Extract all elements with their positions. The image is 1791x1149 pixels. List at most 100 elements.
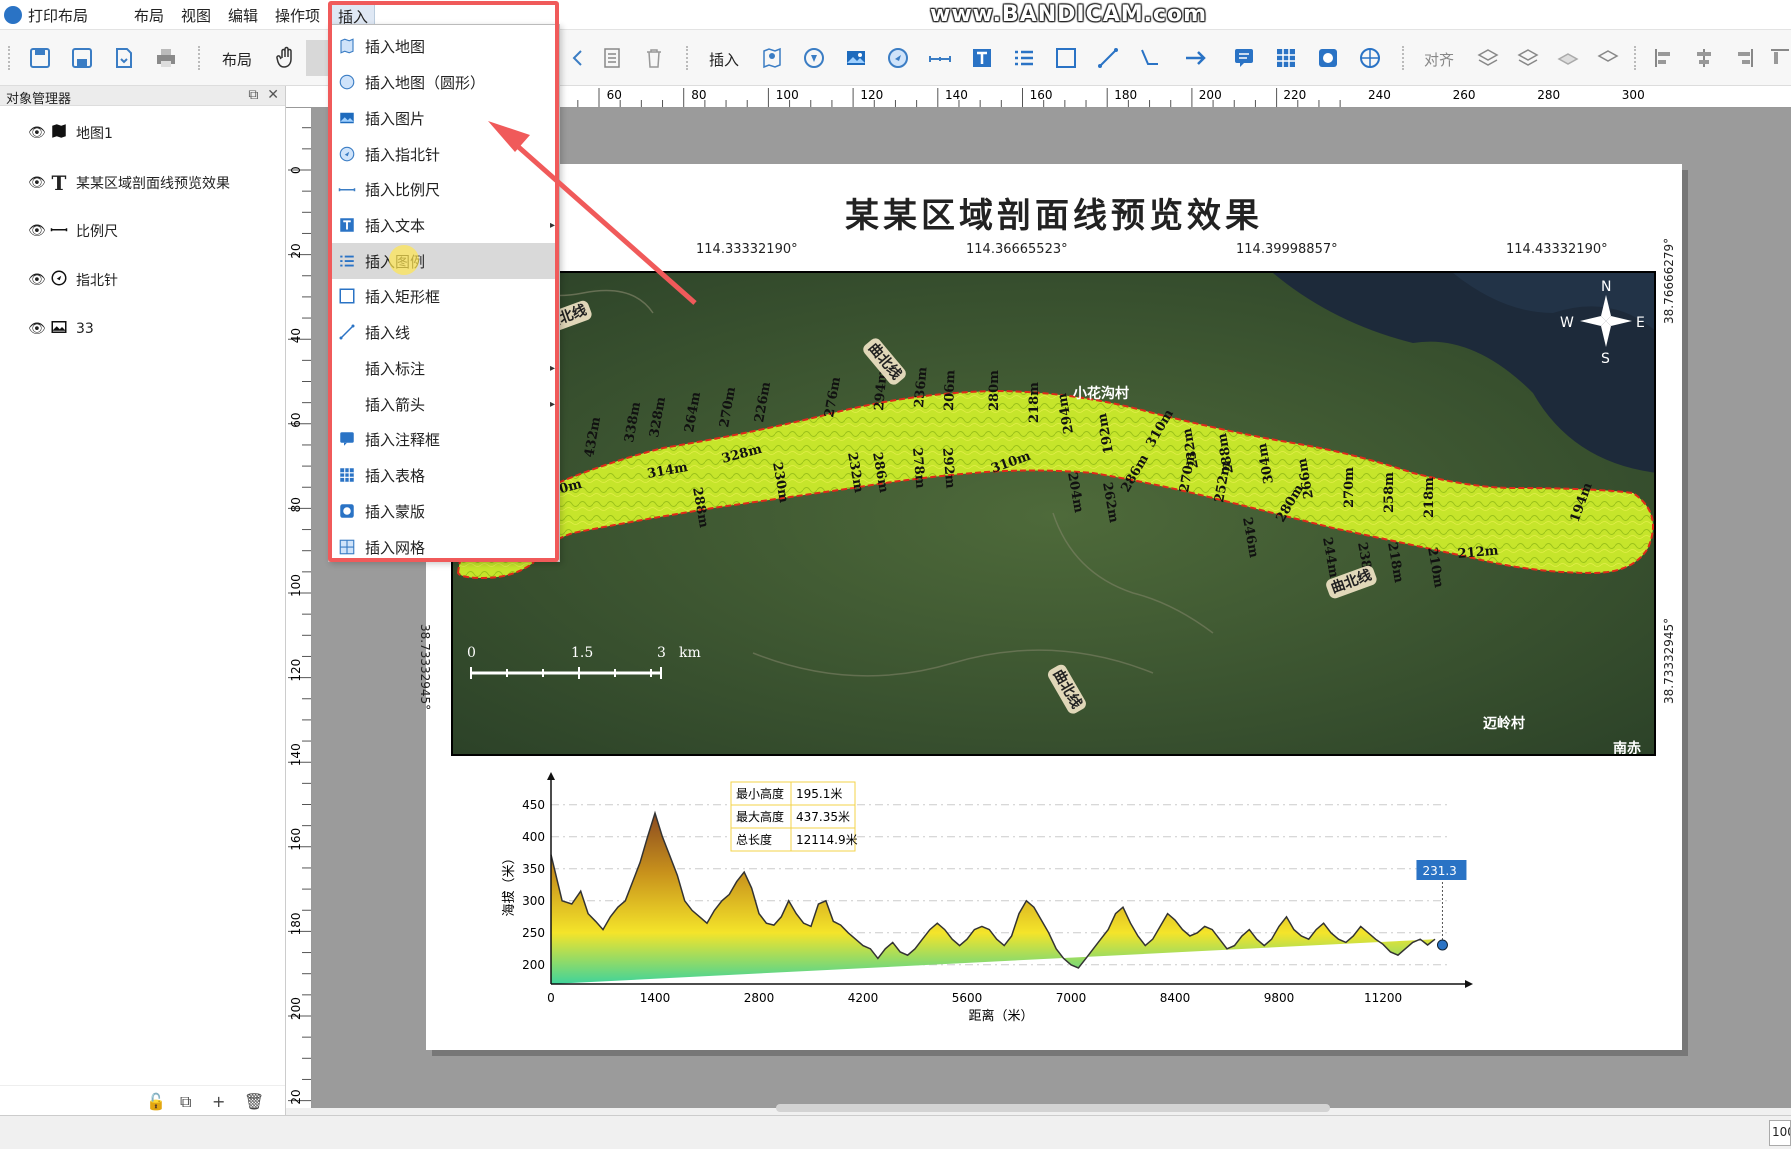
insert-menu-dropdown: 插入地图插入地图（圆形） 插入图片插入指北针插入比例尺插入文本 ▸ 插入图例插入矩形框… xyxy=(328,24,560,562)
object-manager-footer: 🔓 ⧉ + 🗑 xyxy=(0,1085,285,1115)
insert-menu-item-label: 插入指北针 xyxy=(365,145,441,164)
insert-menu-item[interactable]: 插入图例 xyxy=(329,243,559,279)
insert-annotation-icon[interactable] xyxy=(1230,44,1258,72)
object-item-label: 比例尺 xyxy=(76,224,118,240)
insert-mask-icon[interactable] xyxy=(1314,44,1342,72)
insert-scale-bar-icon[interactable] xyxy=(926,44,954,72)
open-icon[interactable] xyxy=(26,44,54,72)
ruler-label: 140 xyxy=(945,88,968,102)
lock-icon[interactable]: 🔓 xyxy=(146,1092,166,1111)
object-item-scale-bar[interactable]: 👁 比例尺 xyxy=(28,220,118,242)
export-icon[interactable] xyxy=(110,44,138,72)
menu-layout[interactable]: 布局 xyxy=(134,5,164,26)
insert-rectangle-icon[interactable] xyxy=(1052,44,1080,72)
trash-icon[interactable]: 🗑 xyxy=(244,1092,264,1111)
align-center-icon[interactable] xyxy=(1690,44,1718,72)
layer-down-icon[interactable] xyxy=(1514,44,1542,72)
marker-value: 231.3 xyxy=(1422,864,1456,878)
object-item-map1[interactable]: 👁 地图1 xyxy=(28,122,113,144)
insert-menu-item[interactable]: 插入注释框 xyxy=(329,421,559,457)
layer-bottom-icon[interactable] xyxy=(1594,44,1622,72)
image-icon xyxy=(48,318,70,340)
elevation-profile-chart[interactable]: 200 250 300 350 400 450 0 1400 2800 4200 5600 7000 8… xyxy=(495,772,1585,1044)
chevron-left-icon[interactable] xyxy=(564,44,592,72)
stats-value: 195.1米 xyxy=(796,787,842,801)
menu-actions[interactable]: 操作项 xyxy=(275,5,320,26)
insert-menu-item[interactable]: 插入图片 xyxy=(329,100,559,136)
insert-menu-item[interactable]: 插入表格 xyxy=(329,457,559,493)
duplicate-icon[interactable]: ⧉ xyxy=(180,1092,191,1112)
ruler-label: 140 xyxy=(289,743,303,766)
compass-icon xyxy=(48,269,70,291)
align-top-icon[interactable] xyxy=(1766,44,1791,72)
save-icon[interactable] xyxy=(68,44,96,72)
mask-icon xyxy=(335,502,359,520)
visibility-eye-icon[interactable]: 👁 xyxy=(28,321,48,337)
svg-text:0: 0 xyxy=(467,645,476,661)
print-icon[interactable] xyxy=(152,44,180,72)
insert-map-icon[interactable] xyxy=(758,44,786,72)
insert-menu-item[interactable]: 插入网格 xyxy=(329,529,559,565)
object-item-compass[interactable]: 👁 指北针 xyxy=(28,269,118,291)
insert-round-map-icon[interactable] xyxy=(800,44,828,72)
ruler-label: 240 xyxy=(1368,88,1391,102)
insert-menu-item[interactable]: 插入文本 ▸ xyxy=(329,207,559,243)
x-tick-label: 2800 xyxy=(744,991,775,1005)
y-tick-label: 350 xyxy=(522,862,545,876)
delete-icon[interactable] xyxy=(640,44,668,72)
map-title[interactable]: 某某区域剖面线预览效果 xyxy=(426,188,1682,237)
ruler-label: 260 xyxy=(1453,88,1476,102)
map-frame[interactable]: 27m 432m 338m 328m 264m 270m 226m 276m 2… xyxy=(451,271,1656,756)
ruler-label: 300 xyxy=(1622,88,1645,102)
insert-grid-icon[interactable] xyxy=(1356,44,1384,72)
zoom-level-input[interactable]: 100 xyxy=(1769,1120,1791,1146)
float-panel-icon[interactable]: ⧉ xyxy=(248,87,258,103)
toolbar-separator xyxy=(1634,46,1636,70)
insert-menu-item[interactable]: 插入指北针 xyxy=(329,136,559,172)
visibility-eye-icon[interactable]: 👁 xyxy=(28,223,48,239)
elevation-label: 270m xyxy=(1342,467,1357,508)
close-panel-icon[interactable]: ✕ xyxy=(267,87,279,103)
visibility-eye-icon[interactable]: 👁 xyxy=(28,125,48,141)
elevation-label: 258m xyxy=(1382,472,1397,513)
object-item-title-text[interactable]: 👁 T 某某区域剖面线预览效果 xyxy=(28,171,230,195)
insert-menu-item[interactable]: 插入线 xyxy=(329,314,559,350)
menu-view[interactable]: 视图 xyxy=(181,5,211,26)
insert-menu-item-label: 插入地图 xyxy=(365,37,426,56)
layer-top-icon[interactable] xyxy=(1554,44,1582,72)
menu-edit[interactable]: 编辑 xyxy=(228,5,258,26)
object-item-image[interactable]: 👁 33 xyxy=(28,318,94,340)
insert-menu-item[interactable]: 插入地图（圆形） xyxy=(329,64,559,100)
insert-arrow-icon[interactable] xyxy=(1182,44,1210,72)
ruler-label: 100 xyxy=(289,574,303,597)
visibility-eye-icon[interactable]: 👁 xyxy=(28,175,48,191)
insert-menu-item[interactable]: 插入箭头 ▸ xyxy=(329,386,559,422)
y-tick-label: 300 xyxy=(522,894,545,908)
layer-up-icon[interactable] xyxy=(1474,44,1502,72)
profile-svg: 200 250 300 350 400 450 0 1400 2800 4200 5600 7000 8… xyxy=(495,772,1585,1044)
align-right-icon[interactable] xyxy=(1730,44,1758,72)
stats-label: 总长度 xyxy=(736,832,772,847)
insert-callout-icon[interactable] xyxy=(1136,44,1164,72)
insert-image-icon[interactable] xyxy=(842,44,870,72)
add-icon[interactable]: + xyxy=(212,1092,225,1111)
x-tick-label: 11200 xyxy=(1364,991,1402,1005)
insert-menu-item[interactable]: 插入矩形框 xyxy=(329,278,559,314)
insert-line-icon[interactable] xyxy=(1094,44,1122,72)
pan-hand-icon[interactable] xyxy=(272,44,300,72)
insert-compass-icon[interactable] xyxy=(884,44,912,72)
insert-menu-item[interactable]: 插入蒙版 xyxy=(329,493,559,529)
object-item-label: 33 xyxy=(76,321,94,337)
insert-menu-item[interactable]: 插入标注 ▸ xyxy=(329,350,559,386)
properties-icon[interactable] xyxy=(598,44,626,72)
insert-menu-item[interactable]: 插入地图 xyxy=(329,28,559,64)
visibility-eye-icon[interactable]: 👁 xyxy=(28,272,48,288)
print-page[interactable]: 某某区域剖面线预览效果 114.33332190° 114.36665523° … xyxy=(418,164,1682,1050)
horizontal-scrollbar[interactable] xyxy=(776,1104,1330,1112)
insert-legend-icon[interactable] xyxy=(1010,44,1038,72)
insert-text-icon[interactable] xyxy=(968,44,996,72)
select-pointer-icon[interactable] xyxy=(306,40,330,76)
insert-menu-item[interactable]: 插入比例尺 xyxy=(329,171,559,207)
insert-table-icon[interactable] xyxy=(1272,44,1300,72)
align-left-icon[interactable] xyxy=(1650,44,1678,72)
